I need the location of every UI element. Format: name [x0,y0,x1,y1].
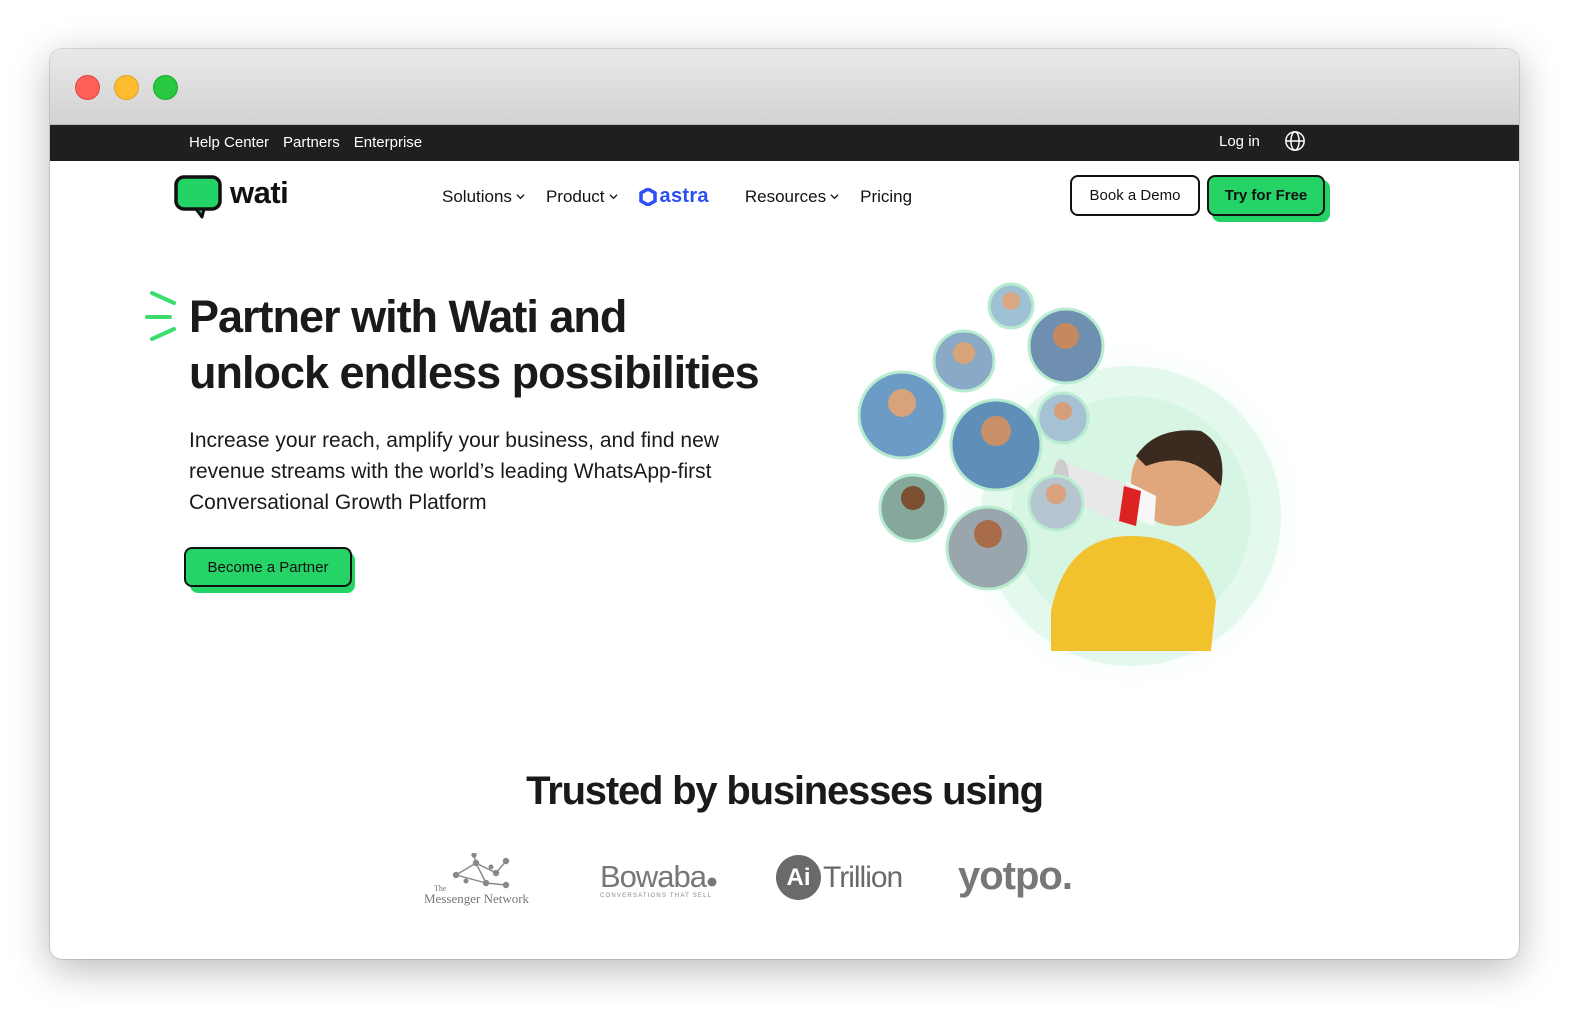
sparkle-lines-icon [145,291,176,341]
partner-logos: The Messenger Network Bowaba CONVERSATIO… [420,849,1120,919]
nav-resources[interactable]: Resources [745,187,839,207]
help-center-link[interactable]: Help Center [189,134,269,151]
nav-astra-label: astra [659,185,709,207]
nav-pricing-label: Pricing [860,186,913,206]
hero-title-line-1: Partner with Wati and [189,291,627,342]
bowaba-name: Bowaba [600,859,707,894]
nav-pricing[interactable]: Pricing [860,187,912,207]
chat-bubble-logo-icon [174,175,222,219]
nav-solutions[interactable]: Solutions [442,187,525,207]
nav-product-label: Product [545,186,605,206]
hero-illustration [857,282,1306,701]
nav-resources-label: Resources [744,186,827,206]
login-link[interactable]: Log in [1219,133,1260,150]
main-navbar: wati Solutions Product astra Resources P… [50,161,1519,229]
window-titlebar [50,49,1519,125]
utility-links: Help Center Partners Enterprise [189,134,422,151]
messenger-network-prefix: The [434,884,447,893]
ai-badge: Ai [776,855,821,900]
messenger-network-logo: The Messenger Network [424,853,536,909]
messenger-network-name: Messenger Network [424,891,530,906]
browser-window: Help Center Partners Enterprise Log in w… [50,49,1519,959]
become-partner-button[interactable]: Become a Partner [184,547,352,587]
ai-trillion-logo: Ai Trillion [776,855,903,900]
trillion-name: Trillion [823,860,903,894]
trusted-heading: Trusted by businesses using [526,769,1044,813]
maximize-window-button[interactable] [153,75,178,100]
partners-link[interactable]: Partners [283,134,340,151]
book-demo-button[interactable]: Book a Demo [1070,175,1200,216]
chevron-down-icon [608,194,618,200]
hero-title-line-2: unlock endless possibilities [189,347,760,398]
try-free-button[interactable]: Try for Free [1207,175,1325,216]
minimize-window-button[interactable] [114,75,139,100]
nav-product[interactable]: Product [546,187,618,207]
primary-nav: Solutions Product astra Resources Pricin… [442,185,933,208]
messenger-network-label: The Messenger Network [424,884,530,907]
bowaba-logo: Bowaba CONVERSATIONS THAT SELL [600,859,717,899]
yotpo-logo: yotpo. [958,854,1073,898]
nav-astra[interactable]: astra [638,185,709,208]
chevron-down-icon [830,194,839,200]
close-window-button[interactable] [75,75,100,100]
wati-logo[interactable]: wati [174,173,304,219]
enterprise-link[interactable]: Enterprise [354,134,422,151]
nav-solutions-label: Solutions [442,186,512,206]
hero-subtitle: Increase your reach, amplify your busine… [189,429,719,514]
astra-hexagon-icon [638,187,657,206]
bowaba-tagline: CONVERSATIONS THAT SELL [600,893,713,899]
bowaba-dot-icon [707,877,717,887]
chevron-down-icon [516,194,525,200]
hero-title: Partner with Wati and unlock endless pos… [189,289,829,401]
brand-name: wati [230,175,289,210]
network-nodes-icon [452,853,510,889]
utility-bar: Help Center Partners Enterprise Log in [50,125,1519,161]
globe-icon[interactable] [1284,130,1306,152]
